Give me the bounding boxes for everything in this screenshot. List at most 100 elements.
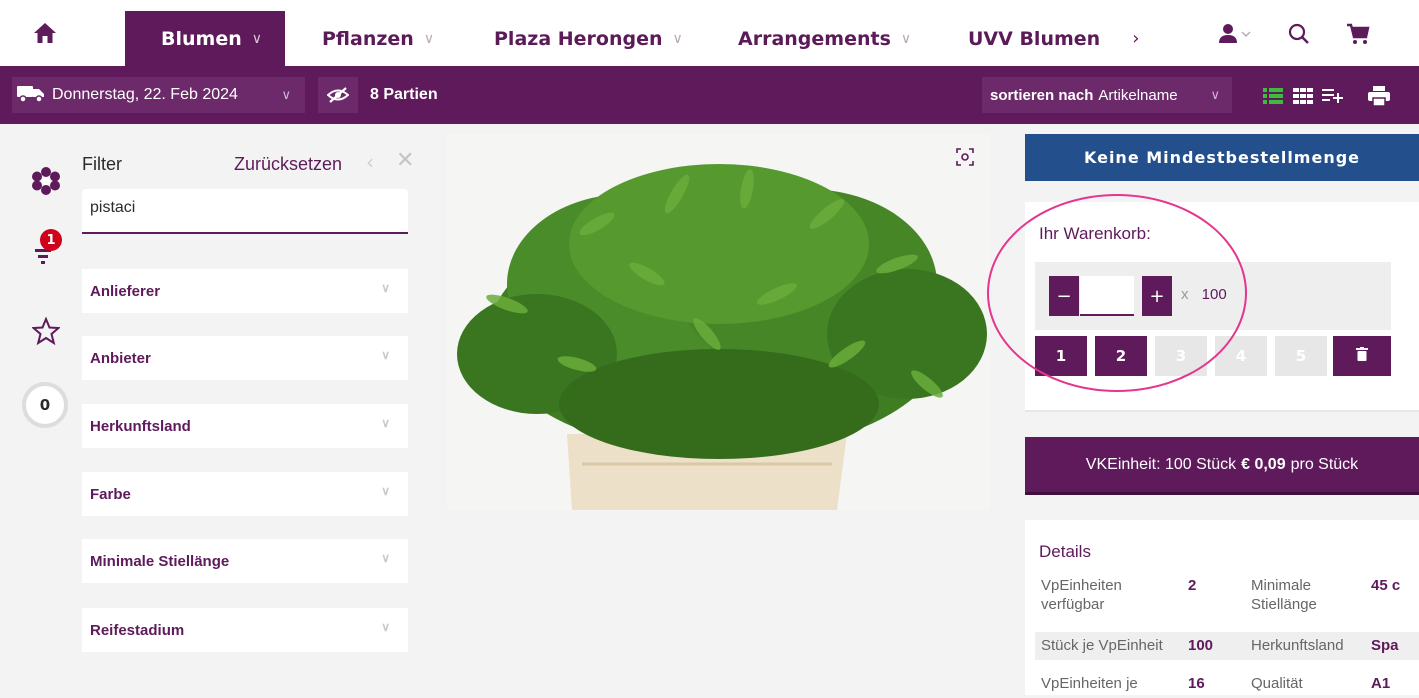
list-view-icon[interactable] <box>1260 84 1286 108</box>
detail-value: 2 <box>1188 577 1197 594</box>
price-suffix: pro Stück <box>1290 455 1359 473</box>
quick-qty-4-button[interactable]: 4 <box>1215 336 1267 376</box>
nav-item-arrangements[interactable]: Arrangements ∨ <box>738 11 911 66</box>
user-icon[interactable] <box>1218 20 1254 48</box>
home-icon[interactable] <box>28 18 62 48</box>
quick-qty-2-button[interactable]: 2 <box>1095 336 1147 376</box>
nav-item-uvv-blumen[interactable]: UVV Blumen › <box>968 11 1139 66</box>
nav-item-label: Pflanzen <box>322 27 414 50</box>
grid-view-icon[interactable] <box>1290 84 1316 108</box>
delivery-date-select[interactable]: Donnerstag, 22. Feb 2024 ∨ <box>12 77 305 113</box>
nav-item-label: Blumen <box>161 27 242 50</box>
top-navigation: Blumen ∨ Pflanzen ∨ Plaza Herongen ∨ Arr… <box>0 0 1419 66</box>
chevron-down-icon: ∨ <box>381 416 390 430</box>
detail-label: VpEinheiten je <box>1041 675 1138 692</box>
times-sign: x <box>1181 286 1189 303</box>
chevron-down-icon: ∨ <box>381 551 390 565</box>
product-image[interactable] <box>447 134 990 510</box>
cart-icon[interactable] <box>1343 20 1373 48</box>
chevron-down-icon: ∨ <box>281 87 291 102</box>
chevron-down-icon: ∨ <box>381 620 390 634</box>
detail-value: 100 <box>1188 637 1214 654</box>
quick-qty-3-button[interactable]: 3 <box>1155 336 1207 376</box>
chevron-down-icon: ∨ <box>1210 87 1220 102</box>
quick-qty-5-button[interactable]: 5 <box>1275 336 1327 376</box>
detail-value: 16 <box>1188 675 1205 692</box>
sort-value: Artikelname <box>1098 86 1178 104</box>
facet-label: Reifestadium <box>90 621 185 639</box>
facet-anbieter[interactable]: Anbieter ∨ <box>82 336 408 380</box>
detail-label: Stück je VpEinheit <box>1041 637 1163 654</box>
facet-minimale-stiellaenge[interactable]: Minimale Stiellänge ∨ <box>82 539 408 583</box>
nav-item-label: UVV Blumen <box>968 27 1101 50</box>
sort-prefix: sortieren nach <box>990 86 1094 104</box>
cart-count[interactable]: 0 <box>22 382 68 428</box>
nav-item-label: Plaza Herongen <box>494 27 663 50</box>
trash-icon <box>1356 347 1368 365</box>
close-icon[interactable]: ✕ <box>396 148 414 173</box>
zoom-icon[interactable] <box>950 144 980 170</box>
detail-value: A1 <box>1371 675 1391 692</box>
chevron-down-icon: ∨ <box>251 30 262 47</box>
add-list-icon[interactable] <box>1320 84 1346 108</box>
filter-search-input[interactable]: pistaci <box>82 189 408 234</box>
cart-panel: Ihr Warenkorb: − + x 100 1 2 3 4 5 <box>1025 202 1419 412</box>
facet-herkunftsland[interactable]: Herkunftsland ∨ <box>82 404 408 448</box>
detail-label: Qualität <box>1251 675 1303 692</box>
quantity-stepper: − + x 100 <box>1035 262 1391 330</box>
delivery-date-label: Donnerstag, 22. Feb 2024 <box>52 86 238 103</box>
chevron-down-icon: ∨ <box>381 484 390 498</box>
price: € 0,09 <box>1241 455 1286 473</box>
nav-item-blumen[interactable]: Blumen ∨ <box>125 11 285 66</box>
increment-button[interactable]: + <box>1142 276 1172 316</box>
details-row: Stück je VpEinheit 100 Herkunftsland Spa <box>1035 632 1419 660</box>
print-icon[interactable] <box>1366 84 1392 108</box>
product-sidebar: Keine Mindestbestellmenge Ihr Warenkorb:… <box>1025 124 1419 695</box>
sort-select[interactable]: sortieren nach Artikelname ∨ <box>982 77 1232 113</box>
multiplier-label: x 100 <box>1181 286 1227 303</box>
toolbar: Donnerstag, 22. Feb 2024 ∨ 8 Partien sor… <box>0 66 1419 124</box>
chevron-down-icon: ∨ <box>381 348 390 362</box>
facet-reifestadium[interactable]: Reifestadium ∨ <box>82 608 408 652</box>
facet-label: Anbieter <box>90 349 151 367</box>
detail-value: Spa <box>1371 637 1399 654</box>
quantity-input[interactable] <box>1080 276 1134 316</box>
detail-value: 45 c <box>1371 577 1401 594</box>
details-row: VpEinheiten verfügbar 2 Minimale Stiellä… <box>1035 572 1419 618</box>
facet-label: Anlieferer <box>90 282 161 300</box>
search-icon[interactable] <box>1284 20 1314 48</box>
nav-more-arrow-icon[interactable]: › <box>1132 28 1139 49</box>
divider <box>1025 410 1419 412</box>
facet-label: Farbe <box>90 485 131 503</box>
reset-filter-link[interactable]: Zurücksetzen <box>234 154 342 175</box>
details-row: VpEinheiten je 16 Qualität A1 <box>1035 670 1419 698</box>
chevron-down-icon: ∨ <box>900 30 912 47</box>
delete-button[interactable] <box>1333 336 1391 376</box>
nav-item-pflanzen[interactable]: Pflanzen ∨ <box>322 11 434 66</box>
chevron-left-icon[interactable]: ‹ <box>366 150 374 174</box>
left-rail: 1 0 <box>0 124 78 695</box>
facet-label: Minimale Stiellänge <box>90 552 230 570</box>
flower-icon[interactable] <box>24 164 68 198</box>
facet-anlieferer[interactable]: Anlieferer ∨ <box>82 269 408 313</box>
quick-qty-1-button[interactable]: 1 <box>1035 336 1087 376</box>
star-icon[interactable] <box>24 314 68 348</box>
hide-eye-icon[interactable] <box>318 77 358 113</box>
multiplier-value: 100 <box>1201 286 1227 303</box>
lots-count: 8 Partien <box>370 86 438 103</box>
add-to-cart-button[interactable]: VKEinheit: 100 Stück € 0,09 pro Stück <box>1025 437 1419 495</box>
chevron-down-icon: ∨ <box>672 30 683 47</box>
truck-icon <box>16 83 46 108</box>
chevron-down-icon: ∨ <box>381 281 390 295</box>
decrement-button[interactable]: − <box>1049 276 1079 316</box>
unit-text: VKEinheit: 100 Stück <box>1085 455 1237 473</box>
chevron-down-icon: ∨ <box>423 30 435 47</box>
details-title: Details <box>1039 542 1091 561</box>
nav-item-label: Arrangements <box>738 27 891 50</box>
filter-panel: Filter Zurücksetzen ‹ ✕ pistaci Anliefer… <box>82 124 422 695</box>
facet-farbe[interactable]: Farbe ∨ <box>82 472 408 516</box>
detail-label: Minimale Stiellänge <box>1251 577 1317 613</box>
nav-item-plaza-herongen[interactable]: Plaza Herongen ∨ <box>494 11 683 66</box>
filter-title: Filter <box>82 154 122 174</box>
filter-count-badge: 1 <box>40 229 62 251</box>
